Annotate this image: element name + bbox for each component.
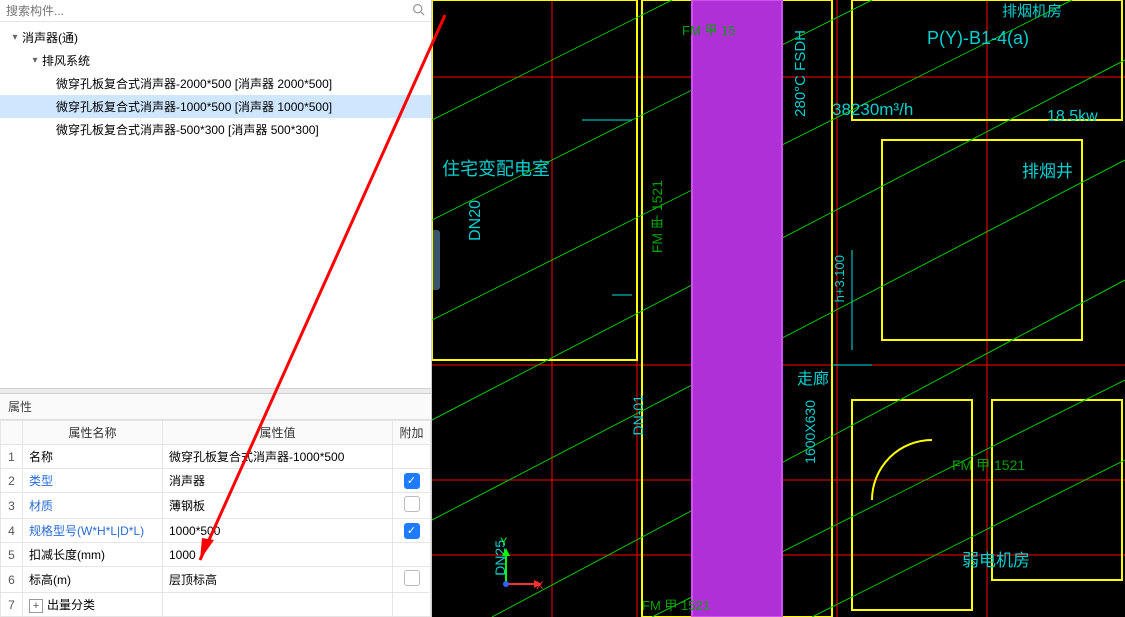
- property-value[interactable]: 微穿孔板复合式消声器-1000*500: [163, 445, 393, 469]
- attach-cell[interactable]: [393, 445, 431, 469]
- tree-label: 微穿孔板复合式消声器-1000*500 [消声器 1000*500]: [56, 98, 332, 115]
- cad-viewport[interactable]: 住宅变配电室 DN20 FM 甲 1521 FM 甲 15 280°C FSDH…: [432, 0, 1125, 617]
- row-index: 1: [1, 445, 23, 469]
- col-attach: 附加: [393, 421, 431, 445]
- tree-node-root[interactable]: ▾ 消声器(通): [0, 26, 431, 49]
- row-index: 2: [1, 469, 23, 493]
- property-name: 名称: [23, 445, 163, 469]
- property-row[interactable]: 7+出量分类: [1, 593, 431, 617]
- checkbox[interactable]: [404, 570, 420, 586]
- property-name: 标高(m): [23, 567, 163, 593]
- attach-cell[interactable]: ✓: [393, 519, 431, 543]
- property-row[interactable]: 1名称微穿孔板复合式消声器-1000*500: [1, 445, 431, 469]
- col-name: 属性名称: [23, 421, 163, 445]
- expand-icon[interactable]: +: [29, 599, 43, 613]
- tree-leaf[interactable]: 微穿孔板复合式消声器-2000*500 [消声器 2000*500]: [0, 72, 431, 95]
- property-name: 类型: [23, 469, 163, 493]
- attach-cell[interactable]: [393, 567, 431, 593]
- axis-widget: Y X: [494, 546, 544, 599]
- col-idx: [1, 421, 23, 445]
- attach-cell[interactable]: [393, 593, 431, 617]
- tree-label: 排风系统: [42, 52, 90, 69]
- property-value[interactable]: 1000: [163, 543, 393, 567]
- checkbox[interactable]: ✓: [404, 523, 420, 539]
- tree-leaf[interactable]: 微穿孔板复合式消声器-500*300 [消声器 500*300]: [0, 118, 431, 141]
- property-row[interactable]: 2类型消声器 ✓: [1, 469, 431, 493]
- left-panel: ▾ 消声器(通) ▾ 排风系统 微穿孔板复合式消声器-2000*500 [消声器…: [0, 0, 432, 617]
- property-value[interactable]: 薄钢板: [163, 493, 393, 519]
- collapse-icon[interactable]: ▾: [8, 32, 22, 43]
- checkbox[interactable]: ✓: [404, 473, 420, 489]
- row-index: 5: [1, 543, 23, 567]
- property-value[interactable]: 1000*500: [163, 519, 393, 543]
- property-row[interactable]: 5扣减长度(mm)1000: [1, 543, 431, 567]
- tree-node-system[interactable]: ▾ 排风系统: [0, 49, 431, 72]
- row-index: 3: [1, 493, 23, 519]
- checkbox[interactable]: [404, 496, 420, 512]
- attach-cell[interactable]: ✓: [393, 469, 431, 493]
- property-value[interactable]: 消声器: [163, 469, 393, 493]
- properties-table: 属性名称 属性值 附加 1名称微穿孔板复合式消声器-1000*5002类型消声器…: [0, 420, 431, 617]
- property-row[interactable]: 3材质薄钢板: [1, 493, 431, 519]
- property-name: 扣减长度(mm): [23, 543, 163, 567]
- search-bar: [0, 0, 431, 22]
- property-value[interactable]: [163, 593, 393, 617]
- col-value: 属性值: [163, 421, 393, 445]
- properties-title: 属性: [0, 394, 431, 420]
- collapse-icon[interactable]: ▾: [28, 55, 42, 66]
- row-index: 7: [1, 593, 23, 617]
- tree-label: 微穿孔板复合式消声器-500*300 [消声器 500*300]: [56, 121, 319, 138]
- row-index: 6: [1, 567, 23, 593]
- property-row[interactable]: 4规格型号(W*H*L|D*L)1000*500 ✓: [1, 519, 431, 543]
- property-value[interactable]: 层顶标高: [163, 567, 393, 593]
- search-input[interactable]: [6, 4, 412, 18]
- tree-label: 微穿孔板复合式消声器-2000*500 [消声器 2000*500]: [56, 75, 332, 92]
- tree-label: 消声器(通): [22, 29, 78, 46]
- row-index: 4: [1, 519, 23, 543]
- property-row[interactable]: 6标高(m)层顶标高: [1, 567, 431, 593]
- search-icon[interactable]: [412, 3, 425, 19]
- cad-drawing: [432, 0, 1125, 617]
- component-tree: ▾ 消声器(通) ▾ 排风系统 微穿孔板复合式消声器-2000*500 [消声器…: [0, 22, 431, 388]
- property-name: 材质: [23, 493, 163, 519]
- property-name: +出量分类: [23, 593, 163, 617]
- attach-cell[interactable]: [393, 493, 431, 519]
- tree-leaf-selected[interactable]: 微穿孔板复合式消声器-1000*500 [消声器 1000*500]: [0, 95, 431, 118]
- property-name: 规格型号(W*H*L|D*L): [23, 519, 163, 543]
- attach-cell[interactable]: [393, 543, 431, 567]
